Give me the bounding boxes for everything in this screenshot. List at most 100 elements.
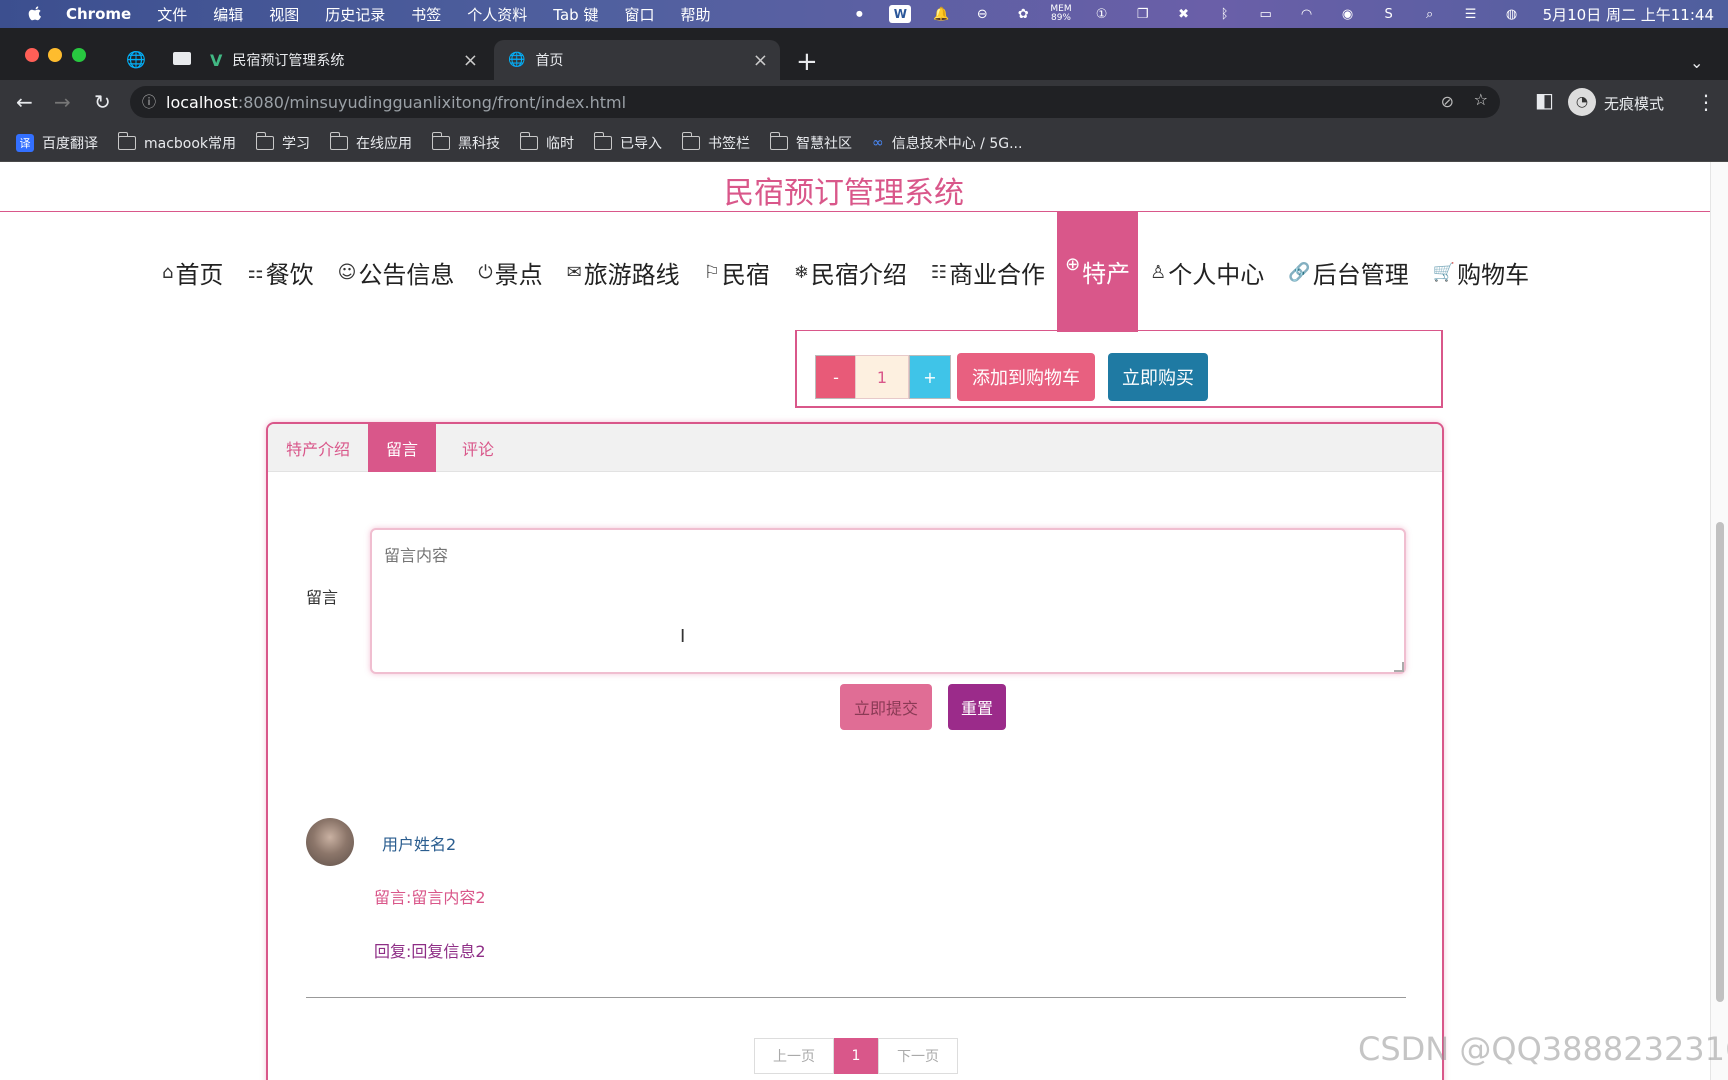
menu-edit[interactable]: 编辑 [213, 4, 243, 25]
forward-icon[interactable]: → [54, 92, 71, 112]
tab-home[interactable]: 🌐 首页 × [494, 40, 780, 80]
word-icon[interactable]: W [889, 5, 912, 23]
battery-icon[interactable]: ▭ [1255, 5, 1277, 23]
close-window-button[interactable] [25, 48, 39, 62]
nav-cart[interactable]: 🛒 购物车 [1421, 212, 1541, 332]
add-to-cart-button[interactable]: 添加到购物车 [957, 353, 1095, 401]
resize-grip-icon[interactable] [1394, 662, 1404, 672]
nav-announcements[interactable]: ☺ 公告信息 [326, 212, 467, 332]
password-icon[interactable]: ① [1091, 5, 1113, 23]
submit-button[interactable]: 立即提交 [840, 684, 932, 730]
tab-groups-icon[interactable] [173, 52, 191, 65]
quantity-input[interactable]: 1 [855, 355, 909, 399]
memory-percent: 89% [1050, 13, 1071, 23]
menu-view[interactable]: 视图 [269, 4, 299, 25]
menu-tab[interactable]: Tab 键 [553, 4, 598, 25]
shortcut-icon[interactable]: ✖ [1173, 5, 1195, 23]
reset-button[interactable]: 重置 [948, 684, 1006, 730]
next-page-button[interactable]: 下一页 [878, 1038, 958, 1074]
zoom-window-button[interactable] [72, 48, 86, 62]
tab-message[interactable]: 留言 [368, 424, 437, 472]
incognito-icon[interactable]: ◔ [1568, 88, 1596, 116]
bookmark-bar-folder[interactable]: 书签栏 [681, 131, 750, 153]
apple-icon[interactable] [26, 5, 44, 23]
record-icon[interactable]: ⏺ [848, 5, 870, 23]
wifi-icon[interactable]: ◠ [1296, 5, 1318, 23]
s-app-icon[interactable]: S [1378, 5, 1400, 23]
nav-homestay-intro[interactable]: ❄ 民宿介绍 [782, 212, 919, 332]
globe-icon[interactable]: 🌐 [126, 50, 146, 69]
nav-home[interactable]: ⌂ 首页 [150, 212, 235, 332]
side-panel-icon[interactable]: ◧ [1535, 90, 1554, 110]
nav-specialties[interactable]: ⊕ 特产 [1057, 212, 1139, 332]
nav-admin[interactable]: 🔗 后台管理 [1276, 212, 1420, 332]
eye-slash-icon[interactable]: ⊘ [1441, 92, 1454, 111]
back-icon[interactable]: ← [16, 92, 33, 112]
minimize-window-button[interactable] [48, 48, 62, 62]
nav-business[interactable]: ☷ 商业合作 [919, 212, 1057, 332]
menu-bookmarks[interactable]: 书签 [411, 4, 441, 25]
windows-icon[interactable]: ❐ [1132, 5, 1154, 23]
message-reply: 回复:回复信息2 [374, 942, 486, 961]
reload-icon[interactable]: ↻ [94, 92, 111, 112]
bookmark-macbook[interactable]: macbook常用 [117, 131, 236, 153]
bell-icon[interactable]: 🔔 [930, 5, 952, 23]
tab-minsu-system[interactable]: V 民宿预订管理系统 × [210, 40, 490, 80]
more-menu-icon[interactable]: ⋮ [1696, 92, 1716, 112]
menu-profile[interactable]: 个人资料 [467, 4, 527, 25]
bookmark-tech[interactable]: 黑科技 [431, 131, 500, 153]
message-textarea[interactable] [370, 528, 1406, 674]
bookmark-imported[interactable]: 已导入 [593, 131, 663, 153]
user-icon: ♙ [1150, 261, 1167, 283]
message-divider [306, 997, 1406, 998]
folder-icon [593, 131, 613, 150]
tab-specialty-intro[interactable]: 特产介绍 [268, 424, 368, 472]
bookmark-label: 百度翻译 [42, 135, 98, 152]
nav-homestay[interactable]: ⚐ 民宿 [692, 212, 782, 332]
url-field[interactable]: ⓘ localhost :8080/minsuyudingguanlixiton… [130, 86, 1500, 118]
star-icon[interactable]: ☆ [1474, 90, 1488, 109]
nav-personal-center[interactable]: ♙ 个人中心 [1138, 212, 1276, 332]
buy-now-button[interactable]: 立即购买 [1108, 353, 1208, 401]
page-scrollbar[interactable] [1710, 162, 1728, 1080]
menu-file[interactable]: 文件 [157, 4, 187, 25]
clock[interactable]: 5月10日 周二 上午11:44 [1543, 4, 1714, 25]
nav-attractions[interactable]: ⏻ 景点 [466, 212, 554, 332]
profile-label[interactable]: 无痕模式 [1604, 93, 1664, 114]
detail-tabs: 特产介绍 留言 评论 [268, 424, 1442, 472]
siri-icon[interactable]: ◍ [1501, 5, 1523, 23]
user-icon[interactable]: ◉ [1337, 5, 1359, 23]
nav-routes[interactable]: ✉ 旅游路线 [555, 212, 692, 332]
search-icon[interactable]: ⌕ [1419, 5, 1441, 23]
bookmark-study[interactable]: 学习 [255, 131, 310, 153]
page-1-button[interactable]: 1 [834, 1038, 878, 1074]
scrollbar-thumb[interactable] [1716, 522, 1724, 1002]
close-icon[interactable]: × [463, 50, 478, 71]
menu-help[interactable]: 帮助 [680, 4, 710, 25]
bookmark-label: 已导入 [620, 135, 663, 152]
bookmark-baidu-translate[interactable]: 译 百度翻译 [16, 133, 98, 153]
bookmark-temp[interactable]: 临时 [519, 131, 574, 153]
menu-window[interactable]: 窗口 [624, 4, 654, 25]
bookmark-info-center[interactable]: ∞ 信息技术中心 / 5G... [872, 133, 1022, 153]
control-center-icon[interactable]: ☰ [1460, 5, 1482, 23]
new-tab-button[interactable]: + [796, 42, 818, 82]
menu-app-name[interactable]: Chrome [66, 5, 131, 23]
tab-reviews[interactable]: 评论 [436, 424, 512, 472]
bookmark-online-apps[interactable]: 在线应用 [329, 131, 412, 153]
close-icon[interactable]: × [753, 50, 768, 71]
prev-page-button[interactable]: 上一页 [754, 1038, 834, 1074]
info-icon[interactable]: ⓘ [142, 92, 156, 112]
memory-indicator[interactable]: MEM 89% [1050, 5, 1071, 23]
menu-history[interactable]: 历史记录 [325, 4, 385, 25]
nav-dining[interactable]: ⚏ 餐饮 [235, 212, 325, 332]
tab-search-icon[interactable]: ⌄ [1690, 42, 1703, 82]
app-status-icon[interactable]: ✿ [1012, 5, 1034, 23]
decrease-quantity-button[interactable]: - [815, 355, 857, 399]
nav-label: 餐饮 [265, 260, 314, 289]
nav-label: 民宿介绍 [810, 260, 907, 289]
bookmark-smart-community[interactable]: 智慧社区 [769, 131, 852, 153]
increase-quantity-button[interactable]: + [909, 355, 951, 399]
chat-icon[interactable]: ⊖ [971, 5, 993, 23]
bluetooth-icon[interactable]: ᛒ [1214, 5, 1236, 23]
